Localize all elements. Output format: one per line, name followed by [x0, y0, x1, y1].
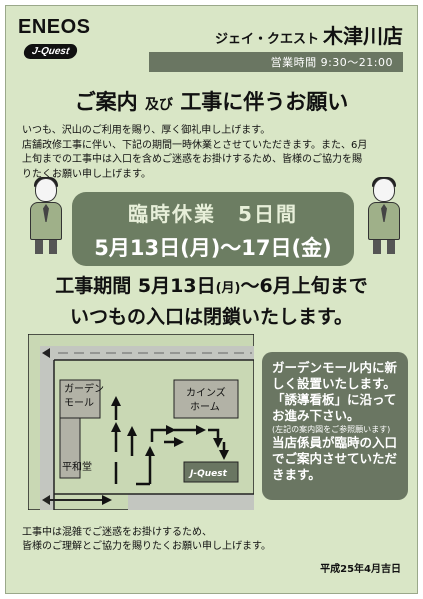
- guide-line-staff: 当店係員が臨時の入口でご案内させていただきます。: [272, 435, 398, 482]
- closure-dates: 5月13日(月)〜17日(金): [94, 236, 332, 260]
- store-name: 木津川店: [323, 24, 403, 48]
- footer-line: 工事中は混雑でご迷惑をお掛けするため、: [22, 527, 212, 538]
- period-label: 工事期間: [55, 275, 132, 297]
- footer-text: 工事中は混雑でご迷惑をお掛けするため、 皆様のご理解とご協力を賜りたくお願い申し…: [22, 526, 271, 554]
- period-line-1: 工事期間 5月13日(月)〜6月上旬まで: [6, 272, 417, 303]
- period-end: 〜6月上旬まで: [240, 275, 368, 297]
- headline-guide: ご案内: [74, 90, 138, 114]
- notice-date: 平成25年4月吉日: [320, 564, 401, 575]
- guide-note: (左記の案内図をご参照願います): [272, 425, 391, 434]
- svg-text:ホーム: ホーム: [190, 401, 220, 413]
- temporary-closure-box: 臨時休業 5日間 5月13日(月)〜17日(金): [72, 192, 354, 266]
- eneos-jquest-logo: ENEOS J-Quest: [18, 16, 118, 59]
- bowing-staff-illustration-left: [24, 177, 68, 256]
- intro-text: いつも、沢山のご利用を賜り、厚く御礼申し上げます。 店舗改修工事に伴い、下記の期…: [22, 124, 403, 182]
- svg-text:モール: モール: [64, 398, 94, 409]
- intro-line: いつも、沢山のご利用を賜り、厚く御礼申し上げます。: [22, 125, 271, 136]
- notice-sheet: ENEOS J-Quest ジェイ・クエスト 木津川店 営業時間 9:30〜21:…: [5, 5, 418, 594]
- business-hours: 営業時間 9:30〜21:00: [149, 52, 403, 72]
- jquest-badge: J-Quest: [22, 44, 79, 59]
- guidance-panel: ガーデンモール内に新しく設置いたします。 「誘導看板」に沿ってお進み下さい。 (…: [262, 352, 408, 500]
- closure-title: 臨時休業 5日間: [128, 202, 298, 226]
- bowing-staff-illustration-right: [362, 177, 406, 256]
- headline-request: 工事に伴うお願い: [180, 90, 349, 114]
- intro-line: 店舗改修工事に伴い、下記の期間一時休業とさせていただきます。また、6月: [22, 139, 368, 151]
- entrance-closed-line: いつもの入口は閉鎖いたします。: [69, 306, 354, 328]
- entrance-map: ガーデン モール 平和堂 カインズ ホーム J-Quest: [28, 334, 254, 510]
- construction-period: 工事期間 5月13日(月)〜6月上旬まで いつもの入口は閉鎖いたします。: [6, 272, 417, 331]
- map-heiwado-label: 平和堂: [62, 461, 92, 473]
- guide-line-new-entrance: ガーデンモール内に新しく設置いたします。: [272, 360, 398, 391]
- guide-line-follow-sign: 「誘導看板」に沿ってお進み下さい。: [272, 392, 397, 423]
- period-start-weekday: (月): [215, 281, 241, 296]
- headline-and: 及び: [145, 97, 173, 113]
- period-start: 5月13日: [137, 275, 216, 297]
- store-title: ジェイ・クエスト 木津川店: [215, 20, 403, 49]
- eneos-wordmark: ENEOS: [18, 16, 91, 38]
- svg-text:ガーデン: ガーデン: [64, 382, 104, 395]
- footer-line: 皆様のご理解とご協力を賜りたくお願い申し上げます。: [22, 541, 271, 552]
- svg-text:カインズ: カインズ: [186, 386, 226, 399]
- store-kana: ジェイ・クエスト: [214, 32, 319, 47]
- intro-line: 上旬までの工事中は入口を含めご迷惑をお掛けするため、皆様のご協力を賜: [22, 154, 362, 165]
- svg-text:J-Quest: J-Quest: [188, 469, 228, 479]
- intro-line: りたくお願い申し上げます。: [22, 168, 151, 180]
- headline: ご案内 及び 工事に伴うお願い: [6, 86, 417, 116]
